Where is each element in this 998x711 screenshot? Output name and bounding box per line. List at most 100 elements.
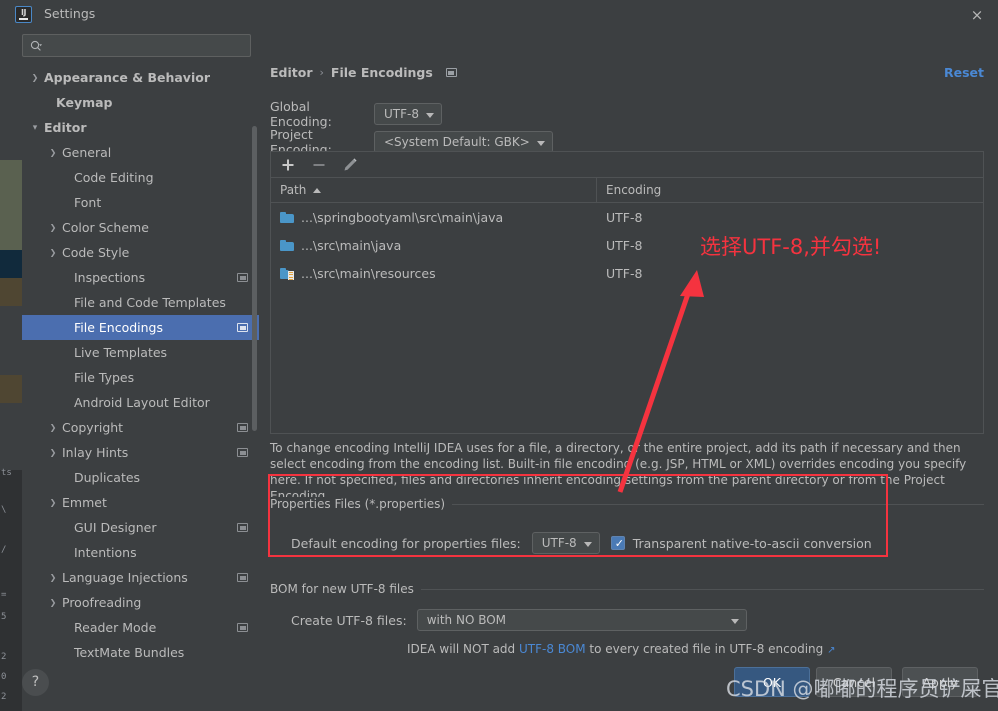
remove-icon[interactable] [310,156,328,174]
sidebar-item-reader-mode[interactable]: Reader Mode [22,615,259,640]
sidebar-item-label: Font [74,195,102,210]
sidebar-scrollbar[interactable] [252,126,257,431]
sidebar-item-emmet[interactable]: ❯ Emmet [22,490,259,515]
chevron-right-icon[interactable]: ❯ [48,598,58,607]
bg-fragment-5: 2 [1,652,7,662]
folder-icon [280,211,294,223]
table-row[interactable]: ...\springbootyaml\src\main\java UTF-8 [271,203,983,231]
chevron-right-icon[interactable]: ❯ [30,73,40,82]
settings-tree: ❯ Appearance & Behavior Keymap ▾ Editor ❯ Gene… [22,65,259,658]
sidebar-item-inspections[interactable]: Inspections [22,265,259,290]
sidebar-item-code-editing[interactable]: Code Editing [22,165,259,190]
sidebar-item-intentions[interactable]: Intentions [22,540,259,565]
sidebar-item-label: File and Code Templates [74,295,226,310]
sidebar-item-general[interactable]: ❯ General [22,140,259,165]
column-header-path[interactable]: Path [271,178,597,202]
sidebar-item-file-and-code-templates[interactable]: File and Code Templates [22,290,259,315]
project-scope-icon [237,523,248,532]
sidebar-item-file-types[interactable]: File Types [22,365,259,390]
sidebar-item-proofreading[interactable]: ❯ Proofreading [22,590,259,615]
column-header-encoding[interactable]: Encoding [597,178,661,202]
sidebar-item-label: Android Layout Editor [74,395,210,410]
sidebar-item-label: General [62,145,112,160]
edit-icon[interactable] [341,156,359,174]
check-icon: ✓ [614,537,624,550]
sidebar-item-label: Language Injections [62,570,188,585]
bg-fragment-6: 0 [1,672,7,682]
background-ide-strip: ts \ / = 5 2 0 2 [0,0,22,711]
table-cell-path-text: ...\src\main\java [301,237,402,253]
external-link-icon[interactable]: ↗ [827,645,835,656]
sidebar-item-code-style[interactable]: ❯ Code Style [22,240,259,265]
sidebar-item-color-scheme[interactable]: ❯ Color Scheme [22,215,259,240]
project-scope-icon [445,68,457,77]
search-input[interactable] [49,35,239,56]
settings-content: Editor › File Encodings Reset Global Enc… [259,28,998,658]
sidebar-item-label: Keymap [56,95,113,110]
table-row[interactable]: ...\src\main\resources UTF-8 [271,259,983,287]
project-scope-icon [237,323,248,332]
sidebar-item-language-injections[interactable]: ❯ Language Injections [22,565,259,590]
sidebar-item-file-encodings[interactable]: File Encodings [22,315,259,340]
sidebar-item-live-templates[interactable]: Live Templates [22,340,259,365]
properties-group-title: Properties Files (*.properties) [270,497,453,511]
chevron-right-icon[interactable]: ❯ [48,223,58,232]
sidebar-item-font[interactable]: Font [22,190,259,215]
reset-link[interactable]: Reset [944,65,984,80]
chevron-right-icon[interactable]: ❯ [48,148,58,157]
sidebar-item-copyright[interactable]: ❯ Copyright [22,415,259,440]
sidebar-item-editor[interactable]: ▾ Editor [22,115,259,140]
sidebar-item-gui-designer[interactable]: GUI Designer [22,515,259,540]
table-cell-encoding[interactable]: UTF-8 [597,238,642,253]
sidebar-item-appearance-behavior[interactable]: ❯ Appearance & Behavior [22,65,259,90]
properties-encoding-select[interactable]: UTF-8 [531,532,600,554]
sidebar-item-label: Editor [44,120,87,135]
chevron-right-icon[interactable]: ❯ [48,423,58,432]
chevron-right-icon[interactable]: ❯ [48,498,58,507]
cancel-button[interactable]: Cancel [816,667,892,697]
table-row[interactable]: ...\src\main\java UTF-8 [271,231,983,259]
sidebar-item-duplicates[interactable]: Duplicates [22,465,259,490]
chevron-right-icon[interactable]: ❯ [48,573,58,582]
bg-fragment-1: \ [1,505,7,515]
sidebar-item-label: Emmet [62,495,107,510]
sidebar-item-android-layout-editor[interactable]: Android Layout Editor [22,390,259,415]
create-utf8-select[interactable]: with NO BOM [416,609,747,631]
close-icon[interactable]: × [966,4,988,26]
bom-note-suffix: to every created file in UTF-8 encoding [585,642,828,656]
intellij-logo-icon: IJ [15,6,32,23]
add-icon[interactable] [279,156,297,174]
bg-fragment-3: = [1,590,7,600]
breadcrumb-root[interactable]: Editor [270,65,313,80]
global-encoding-select[interactable]: UTF-8 [374,103,442,125]
logo-text: IJ [21,8,26,17]
settings-sidebar: ❯ Appearance & Behavior Keymap ▾ Editor ❯ Gene… [22,28,259,658]
ok-button[interactable]: OK [734,667,810,697]
project-encoding-select[interactable]: <System Default: GBK> [374,131,553,153]
apply-button[interactable]: Apply [902,667,978,697]
chevron-right-icon[interactable]: ❯ [48,248,58,257]
description-text: To change encoding IntelliJ IDEA uses fo… [270,441,967,503]
native-to-ascii-checkbox-row[interactable]: ✓ Transparent native-to-ascii conversion [610,536,872,551]
chevron-down-icon[interactable]: ▾ [30,123,40,133]
project-encoding-value: <System Default: GBK> [384,135,530,149]
chevron-right-icon[interactable]: ❯ [48,448,58,457]
table-cell-encoding[interactable]: UTF-8 [597,210,642,225]
create-utf8-row: Create UTF-8 files: with NO BOM [291,609,747,631]
sidebar-item-keymap[interactable]: Keymap [22,90,259,115]
sidebar-item-inlay-hints[interactable]: ❯ Inlay Hints [22,440,259,465]
project-scope-icon [237,273,248,282]
properties-files-group: Properties Files (*.properties) Default … [270,497,984,567]
bom-note-link[interactable]: UTF-8 BOM [519,642,586,656]
native-to-ascii-checkbox[interactable]: ✓ [610,536,625,550]
help-button[interactable]: ? [22,669,49,696]
search-box[interactable] [22,34,251,57]
table-cell-encoding[interactable]: UTF-8 [597,266,642,281]
sort-ascending-icon [313,187,322,193]
project-scope-icon [237,423,248,432]
bg-band-brown [0,278,22,306]
table-cell-path: ...\src\main\java [271,238,597,253]
sidebar-item-label: Reader Mode [74,620,157,635]
column-header-path-label: Path [280,183,307,197]
sidebar-item-textmate-bundles[interactable]: TextMate Bundles [22,640,259,658]
